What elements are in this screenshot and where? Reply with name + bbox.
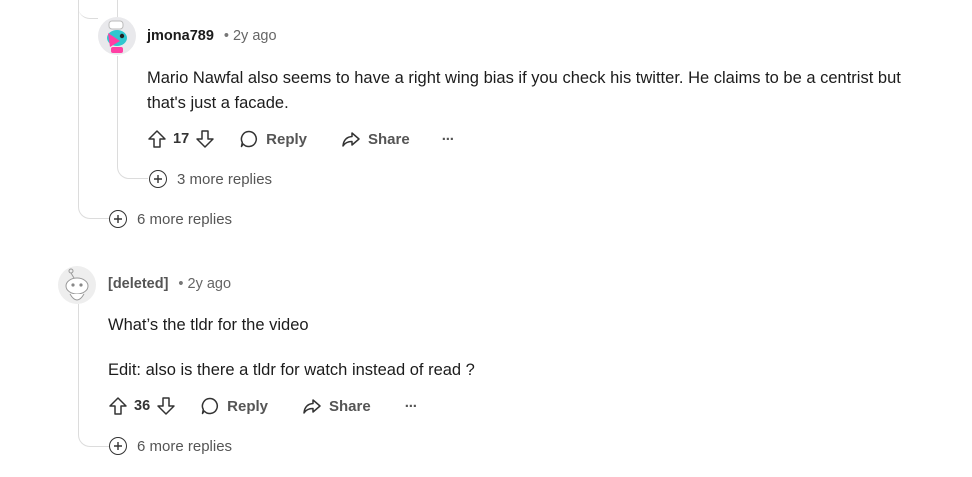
reply-button[interactable]: Reply [239,129,307,149]
snoo-default-avatar-icon [58,266,96,304]
more-replies-label: 6 more replies [137,437,233,455]
share-arrow-icon [342,132,360,147]
thread-line-top-stub [117,0,118,18]
meta-separator: • [223,28,229,44]
more-replies-button[interactable]: 6 more replies [109,437,232,455]
comment-actions: 36 Reply Share ··· [108,396,418,416]
overflow-menu-button[interactable]: ··· [404,397,418,415]
vote-count: 17 [173,131,190,147]
comment-age[interactable]: 2y ago [188,276,232,292]
thread-curve-deleted [78,422,109,447]
share-label: Share [329,397,371,415]
downvote-icon[interactable] [156,396,176,416]
avatar[interactable] [58,266,96,304]
author-name: [deleted] [108,276,169,292]
vote-control: 36 [108,396,176,416]
vote-control: 17 [147,129,215,149]
thread-curve-inner [117,156,148,179]
plus-circle-icon [109,210,127,228]
thread-line-deleted [78,304,79,424]
comment-body-line: Mario Nawfal also seems to have a right … [147,69,901,87]
overflow-dots-icon: ··· [441,130,455,148]
vote-count: 36 [134,398,151,414]
downvote-icon[interactable] [195,129,215,149]
comment-bubble-icon [240,130,258,148]
more-replies-button[interactable]: 3 more replies [149,170,272,188]
reply-label: Reply [266,130,307,148]
avatar[interactable] [98,17,136,55]
more-replies-label: 3 more replies [177,170,273,188]
upvote-icon[interactable] [108,396,128,416]
share-button[interactable]: Share [341,129,410,149]
thread-curve-top [78,0,98,19]
upvote-icon[interactable] [147,129,167,149]
plus-circle-icon [109,437,127,455]
thread-curve-outer [78,196,109,219]
comment-paragraph: What’s the tldr for the video [108,316,309,334]
comment-paragraph: Edit: also is there a tldr for watch ins… [108,361,475,379]
comment-age[interactable]: 2y ago [233,28,277,44]
share-label: Share [368,130,410,148]
thread-line-inner [117,56,118,160]
comment-body-line: that's just a facade. [147,94,289,112]
overflow-dots-icon: ··· [404,397,418,415]
share-button[interactable]: Share [302,396,371,416]
plus-circle-icon [149,170,167,188]
meta-separator: • [178,276,184,292]
comment-actions: 17 Reply Share ··· [147,129,455,149]
share-arrow-icon [303,399,321,414]
more-replies-button[interactable]: 6 more replies [109,210,232,228]
reply-label: Reply [227,397,268,415]
comment-body: What’s the tldr for the video Edit: also… [108,313,948,383]
snoo-avatar-icon [98,17,136,55]
reply-button[interactable]: Reply [200,396,268,416]
overflow-menu-button[interactable]: ··· [441,130,455,148]
comment-meta: jmona789 • 2y ago [147,28,277,44]
author-name[interactable]: jmona789 [147,28,214,44]
thread-line-outer-top [78,0,79,200]
comment-bubble-icon [201,397,219,415]
comment-meta: [deleted] • 2y ago [108,276,231,292]
comment-body: Mario Nawfal also seems to have a right … [147,66,962,116]
more-replies-label: 6 more replies [137,210,233,228]
